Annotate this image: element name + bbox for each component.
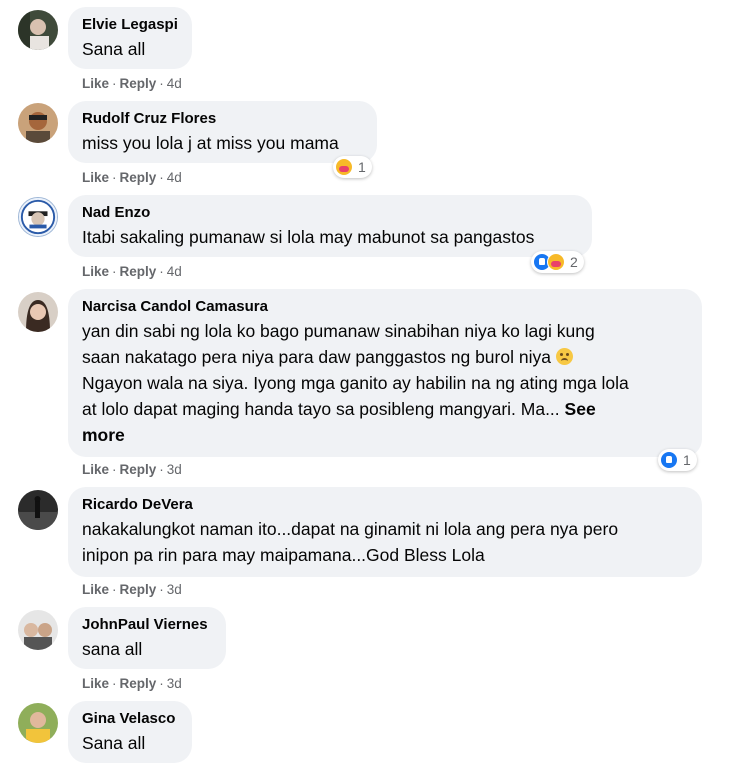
avatar[interactable] <box>18 197 58 237</box>
care-icon <box>547 253 565 271</box>
reaction-count: 1 <box>358 159 366 175</box>
avatar[interactable] <box>18 490 58 530</box>
comment-actions: Like · Reply · 3d <box>82 461 182 478</box>
reply-button[interactable]: Reply <box>120 462 157 477</box>
reply-button[interactable]: Reply <box>120 582 157 597</box>
separator: · <box>112 264 117 279</box>
comment-bubble: Nad Enzo Itabi sakaling pumanaw si lola … <box>68 195 592 257</box>
comment-bubble: Rudolf Cruz Flores miss you lola j at mi… <box>68 101 377 163</box>
comment-line: more <box>82 422 688 448</box>
reply-button[interactable]: Reply <box>120 76 157 91</box>
avatar[interactable] <box>18 610 58 650</box>
like-button[interactable]: Like <box>82 582 109 597</box>
comment-line: inipon pa rin para may maipamana...God B… <box>82 545 485 565</box>
commenter-name[interactable]: Rudolf Cruz Flores <box>82 109 363 128</box>
separator: · <box>159 462 164 477</box>
commenter-name[interactable]: JohnPaul Viernes <box>82 615 212 634</box>
commenter-name[interactable]: Ricardo DeVera <box>82 495 688 514</box>
like-button[interactable]: Like <box>82 76 109 91</box>
comment-text: yan din sabi ng lola ko bago pumanaw sin… <box>82 318 688 448</box>
see-more-link[interactable]: See <box>565 399 596 419</box>
comment-text: Sana all <box>82 733 146 753</box>
comment-text: Itabi sakaling pumanaw si lola may mabun… <box>82 227 535 247</box>
like-icon <box>660 451 678 469</box>
reaction-summary[interactable]: 2 <box>531 251 584 273</box>
comment-actions: Like · Reply · 3d <box>82 581 182 598</box>
see-more-link-continued[interactable]: more <box>82 425 125 445</box>
timestamp[interactable]: 3d <box>167 582 182 597</box>
comment-actions: Like · Reply · 4d <box>82 75 182 92</box>
comment-actions: Like · Reply · 4d <box>82 169 182 186</box>
separator: · <box>112 170 117 185</box>
timestamp[interactable]: 4d <box>167 76 182 91</box>
separator: · <box>159 76 164 91</box>
comment-line: yan din sabi ng lola ko bago pumanaw sin… <box>82 321 595 341</box>
comment-text: miss you lola j at miss you mama <box>82 133 339 153</box>
timestamp[interactable]: 3d <box>167 676 182 691</box>
avatar[interactable] <box>18 103 58 143</box>
comment-bubble: JohnPaul Viernes sana all <box>68 607 226 669</box>
comment-line-text: saan nakatago pera niya para daw panggas… <box>82 347 551 367</box>
comment-actions: Like · Reply · 3d <box>82 675 182 692</box>
avatar[interactable] <box>18 10 58 50</box>
like-button[interactable]: Like <box>82 170 109 185</box>
comment-line: at lolo dapat maging handa tayo sa posib… <box>82 396 688 422</box>
commenter-name[interactable]: Narcisa Candol Camasura <box>82 297 688 316</box>
comment-bubble: Narcisa Candol Camasura yan din sabi ng … <box>68 289 702 457</box>
comment-text: nakakalungkot naman ito...dapat na ginam… <box>82 516 688 568</box>
comment-bubble: Ricardo DeVera nakakalungkot naman ito..… <box>68 487 702 577</box>
comment-line: Ngayon wala na siya. Iyong mga ganito ay… <box>82 373 629 393</box>
like-button[interactable]: Like <box>82 676 109 691</box>
separator: · <box>159 676 164 691</box>
separator: · <box>159 582 164 597</box>
separator: · <box>112 462 117 477</box>
comment-line: saan nakatago pera niya para daw panggas… <box>82 344 688 370</box>
separator: · <box>159 264 164 279</box>
reaction-count: 1 <box>683 452 691 468</box>
separator: · <box>159 170 164 185</box>
reaction-count: 2 <box>570 254 578 270</box>
comment-line-text: at lolo dapat maging handa tayo sa posib… <box>82 399 560 419</box>
separator: · <box>112 676 117 691</box>
reaction-summary[interactable]: 1 <box>658 449 697 471</box>
comment-text: sana all <box>82 639 143 659</box>
avatar[interactable] <box>18 703 58 743</box>
sad-face-emoji <box>555 348 573 365</box>
comment-bubble: Gina Velasco Sana all <box>68 701 192 763</box>
reply-button[interactable]: Reply <box>120 170 157 185</box>
reaction-summary[interactable]: 1 <box>333 156 372 178</box>
commenter-name[interactable]: Gina Velasco <box>82 709 178 728</box>
reply-button[interactable]: Reply <box>120 676 157 691</box>
reply-button[interactable]: Reply <box>120 264 157 279</box>
like-button[interactable]: Like <box>82 462 109 477</box>
comment-text: Sana all <box>82 39 146 59</box>
comment-bubble: Elvie Legaspi Sana all <box>68 7 192 69</box>
like-button[interactable]: Like <box>82 264 109 279</box>
timestamp[interactable]: 4d <box>167 264 182 279</box>
comment-line: nakakalungkot naman ito...dapat na ginam… <box>82 519 619 539</box>
care-icon <box>335 158 353 176</box>
commenter-name[interactable]: Elvie Legaspi <box>82 15 178 34</box>
comment-actions: Like · Reply · 4d <box>82 263 182 280</box>
timestamp[interactable]: 3d <box>167 462 182 477</box>
timestamp[interactable]: 4d <box>167 170 182 185</box>
separator: · <box>112 582 117 597</box>
separator: · <box>112 76 117 91</box>
commenter-name[interactable]: Nad Enzo <box>82 203 578 222</box>
avatar[interactable] <box>18 292 58 332</box>
